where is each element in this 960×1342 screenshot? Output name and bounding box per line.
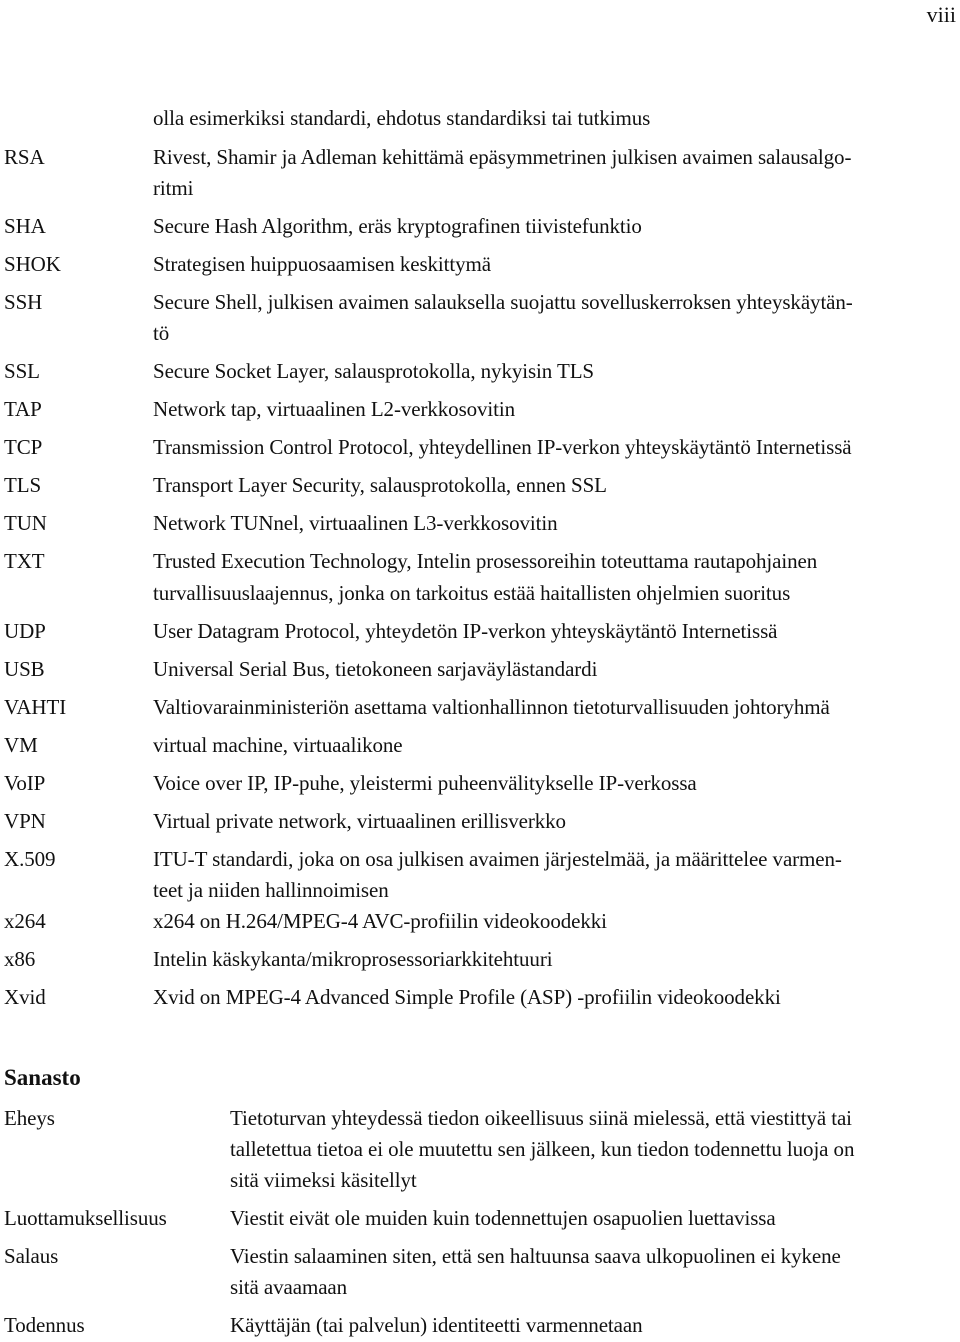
abbreviation-definition: Network tap, virtuaalinen L2-verkkosovit… [153,397,516,421]
abbreviation-term: SHA [4,214,46,238]
abbreviation-term: SSL [4,359,40,383]
abbreviation-definition: Transmission Control Protocol, yhteydell… [153,435,852,459]
glossary-heading: Sanasto [4,1065,81,1090]
abbreviation-term: USB [4,657,45,681]
abbreviation-definition: Secure Shell, julkisen avaimen salauksel… [153,290,853,314]
page-number: viii [926,2,956,27]
abbreviation-definition: Valtiovarainministeriön asettama valtion… [153,695,830,719]
abbreviation-definition-cont: turvallisuuslaajennus, jonka on tarkoitu… [153,581,791,605]
abbreviation-term: RSA [4,145,45,169]
glossary-definition: Viestin salaaminen siten, että sen haltu… [230,1244,841,1268]
abbreviation-definition: x264 on H.264/MPEG-4 AVC-profiilin video… [153,909,607,933]
glossary-term: Salaus [4,1244,59,1268]
abbreviation-term: TAP [4,397,42,421]
abbreviation-term: VPN [4,809,46,833]
abbreviation-definition: ITU-T standardi, joka on osa julkisen av… [153,847,842,871]
glossary-definition-cont: talletettua tietoa ei ole muutettu sen j… [230,1137,855,1161]
abbreviation-definition-cont: ritmi [153,176,194,200]
glossary-term: Eheys [4,1106,55,1130]
abbreviation-term: TXT [4,549,45,573]
abbreviation-definition: Intelin käskykanta/mikroprosessoriarkkit… [153,947,553,971]
abbreviation-term: TLS [4,473,42,497]
abbreviation-term: UDP [4,619,46,643]
glossary-definition-cont: sitä viimeksi käsitellyt [230,1168,417,1192]
abbreviation-definition: Secure Hash Algorithm, eräs kryptografin… [153,214,642,238]
abbreviation-term: TCP [4,435,43,459]
abbreviation-definition: Secure Socket Layer, salausprotokolla, n… [153,359,594,383]
abbreviation-definition: Universal Serial Bus, tietokoneen sarjav… [153,657,598,681]
abbreviation-definition: Virtual private network, virtuaalinen er… [153,809,566,833]
abbreviation-term: TUN [4,511,47,535]
abbreviation-term: x264 [4,909,46,933]
continuation-line: olla esimerkiksi standardi, ehdotus stan… [153,106,651,130]
glossary-definition: Tietoturvan yhteydessä tiedon oikeellisu… [230,1106,852,1130]
glossary-definition: Viestit eivät ole muiden kuin todennettu… [230,1206,776,1230]
abbreviation-definition-cont: teet ja niiden hallinnoimisen [153,878,389,902]
abbreviation-term: VoIP [4,771,46,795]
abbreviation-term: SSH [4,290,43,314]
glossary-definition: Käyttäjän (tai palvelun) identiteetti va… [230,1313,643,1337]
abbreviation-term: X.509 [4,847,56,871]
abbreviation-term: VAHTI [4,695,67,719]
abbreviation-definition: Strategisen huippuosaamisen keskittymä [153,252,491,276]
abbreviation-definition: Xvid on MPEG-4 Advanced Simple Profile (… [153,985,781,1009]
abbreviation-definition-cont: tö [153,321,170,345]
glossary-term: Luottamuksellisuus [4,1206,167,1230]
glossary-term: Todennus [4,1313,85,1337]
glossary-definition-cont: sitä avaamaan [230,1275,348,1299]
abbreviation-definition: virtual machine, virtuaalikone [153,733,403,757]
abbreviation-definition: Rivest, Shamir ja Adleman kehittämä epäs… [153,145,852,169]
abbreviation-definition: Voice over IP, IP-puhe, yleistermi puhee… [153,771,697,795]
abbreviation-term: Xvid [4,985,46,1009]
abbreviation-term: x86 [4,947,36,971]
abbreviation-definition: Trusted Execution Technology, Intelin pr… [153,549,818,573]
abbreviation-term: VM [4,733,38,757]
abbreviation-definition: User Datagram Protocol, yhteydetön IP-ve… [153,619,778,643]
abbreviation-definition: Network TUNnel, virtuaalinen L3-verkkoso… [153,511,558,535]
abbreviation-definition: Transport Layer Security, salausprotokol… [153,473,607,497]
abbreviation-term: SHOK [4,252,61,276]
